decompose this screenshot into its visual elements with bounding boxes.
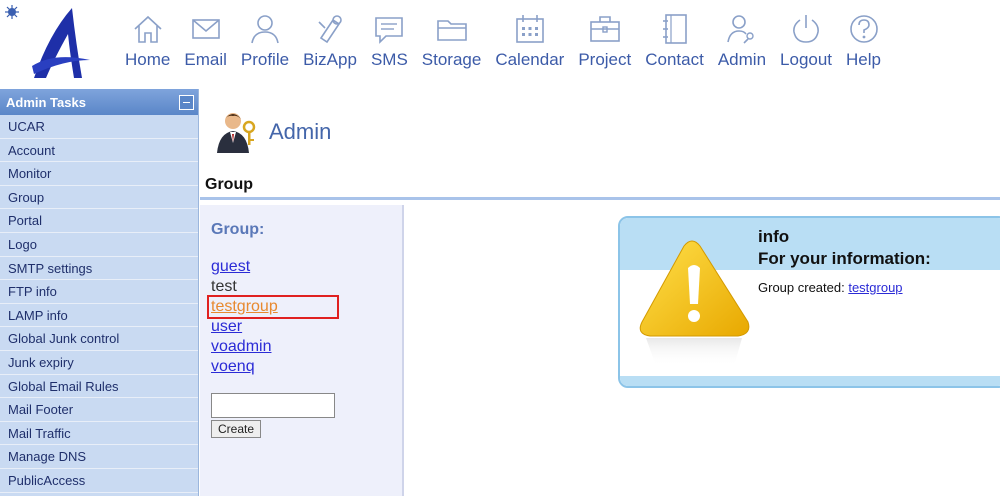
new-group-input[interactable] [211, 393, 335, 418]
sidebar-item-smtp-settings[interactable]: SMTP settings [0, 256, 198, 281]
power-icon [793, 15, 819, 43]
admin-tasks-sidebar: Admin Tasks UCAR Account Monitor Group Porta… [0, 89, 199, 496]
app-logo [5, 5, 90, 78]
nav-profile[interactable]: Profile [234, 12, 296, 78]
info-message: Group created: testgroup [758, 280, 903, 295]
selected-group-highlight [207, 295, 339, 319]
info-message-text: Group created: [758, 280, 849, 295]
sidebar-item-logo[interactable]: Logo [0, 232, 198, 257]
collapse-icon[interactable] [179, 94, 194, 110]
nav-label: BizApp [303, 50, 357, 69]
sms-icon [375, 17, 404, 44]
briefcase-icon [589, 16, 620, 42]
nav-label: Logout [780, 50, 833, 69]
profile-icon [251, 15, 279, 44]
nav-storage[interactable]: Storage [415, 12, 489, 78]
bizapp-icon [318, 15, 342, 44]
info-box: info For your information: Group created… [618, 216, 1000, 388]
header: Home Email Profile BizApp SMS Storage Calendar… [0, 0, 1000, 88]
nav-contact[interactable]: Contact [638, 12, 711, 78]
nav-sms[interactable]: SMS [364, 12, 415, 78]
sidebar-item-global-junk-control[interactable]: Global Junk control [0, 327, 198, 351]
nav-admin[interactable]: Admin [711, 12, 773, 78]
nav-email[interactable]: Email [177, 12, 234, 78]
group-link-test[interactable]: test [211, 277, 278, 297]
nav-label: Storage [421, 50, 482, 69]
admin-user-icon [217, 113, 256, 153]
group-link-guest[interactable]: guest [211, 257, 278, 277]
nav-label: Profile [240, 50, 290, 69]
sidebar-item-ucar[interactable]: UCAR [0, 115, 198, 139]
sidebar-item-junk-expiry[interactable]: Junk expiry [0, 350, 198, 375]
nav-label: Calendar [495, 50, 565, 69]
nav-help[interactable]: Help [839, 12, 888, 78]
nav-home[interactable]: Home [118, 12, 177, 78]
sidebar-item-mail-footer[interactable]: Mail Footer [0, 398, 198, 422]
sidebar-item-publicaccess[interactable]: PublicAccess [0, 468, 198, 493]
group-link-voadmin[interactable]: voadmin [211, 337, 278, 357]
warning-icon [639, 240, 750, 366]
email-icon [191, 19, 220, 39]
sidebar-item-monitor[interactable]: Monitor [0, 162, 198, 186]
nav-label: Email [184, 50, 227, 69]
address-book-icon [662, 14, 687, 44]
create-button[interactable]: Create [211, 420, 262, 438]
group-panel: Group: guest test testgroup user voadmin voen… [200, 205, 404, 496]
nav-calendar[interactable]: Calendar [488, 12, 571, 78]
calendar-icon [516, 15, 544, 43]
sidebar-item-manage-dns[interactable]: Manage DNS [0, 445, 198, 469]
section-bar: Group [200, 172, 1000, 200]
group-link-user[interactable]: user [211, 317, 278, 337]
section-title: Group [205, 176, 253, 193]
group-link-voenq[interactable]: voenq [211, 357, 278, 377]
app-window: Home Email Profile BizApp SMS Storage Calendar… [0, 0, 1000, 496]
admin-icon [727, 15, 754, 44]
page-title: Admin [269, 119, 332, 144]
nav-label: Home [125, 50, 171, 69]
nav-project[interactable]: Project [571, 12, 638, 78]
sidebar-item-ftp-info[interactable]: FTP info [0, 280, 198, 304]
nav-logout[interactable]: Logout [773, 12, 839, 78]
created-group-link[interactable]: testgroup [848, 280, 902, 295]
info-subtitle: For your information: [758, 249, 931, 268]
group-label: Group: [211, 221, 265, 238]
sidebar-item-portal[interactable]: Portal [0, 209, 198, 233]
sidebar-list: UCAR Account Monitor Group Portal Logo SMTP se… [0, 115, 198, 493]
nav-label: Project [578, 50, 632, 69]
nav-label: Admin [717, 50, 767, 69]
nav-label: Help [846, 50, 881, 69]
sidebar-item-mail-traffic[interactable]: Mail Traffic [0, 421, 198, 446]
sidebar-item-global-email-rules[interactable]: Global Email Rules [0, 374, 198, 399]
sidebar-item-group[interactable]: Group [0, 185, 198, 210]
nav-label: Contact [645, 50, 704, 69]
info-title: info [758, 227, 790, 246]
info-box-footer [620, 376, 1000, 386]
home-icon [134, 15, 162, 43]
sidebar-item-lamp-info[interactable]: LAMP info [0, 303, 198, 328]
sidebar-header: Admin Tasks [0, 89, 198, 115]
nav-label: SMS [370, 50, 408, 69]
help-icon [849, 15, 878, 43]
folder-icon [436, 20, 467, 41]
sidebar-item-account[interactable]: Account [0, 138, 198, 163]
sidebar-title: Admin Tasks [6, 94, 86, 110]
main-nav: Home Email Profile BizApp SMS Storage Calendar… [118, 12, 888, 78]
page-title-area: Admin [205, 108, 331, 156]
nav-bizapp[interactable]: BizApp [296, 12, 364, 78]
